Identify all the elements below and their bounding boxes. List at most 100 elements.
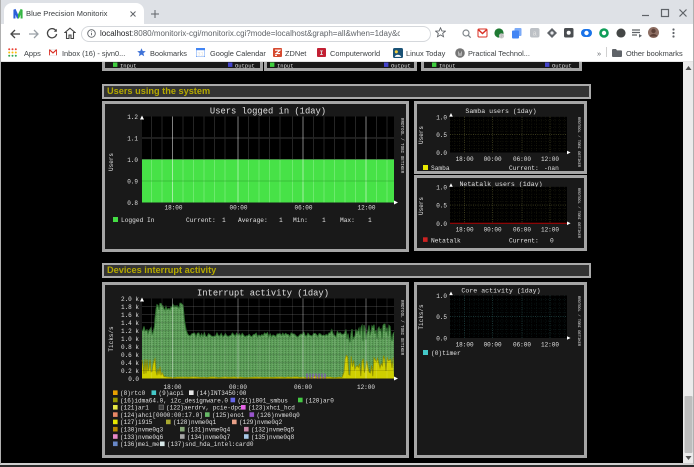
svg-text:(121)ar1: (121)ar1 <box>120 405 149 412</box>
svg-text:06:00: 06:00 <box>513 156 531 163</box>
svg-text:(136)mei_me: (136)mei_me <box>120 441 160 448</box>
svg-text:(126)nvme0q0: (126)nvme0q0 <box>257 412 301 419</box>
svg-text:0.0: 0.0 <box>128 376 139 383</box>
svg-text:Users: Users <box>418 197 425 215</box>
svg-text:1: 1 <box>322 217 326 224</box>
svg-text:-nan: -nan <box>544 165 559 171</box>
svg-text:1.0: 1.0 <box>436 114 447 121</box>
svg-text:Current:: Current: <box>509 165 539 171</box>
svg-text:Output: Output <box>391 63 411 70</box>
svg-text:(123)xhci_hcd: (123)xhci_hcd <box>248 405 295 412</box>
svg-text:1.0: 1.0 <box>436 293 447 300</box>
svg-text:1: 1 <box>368 217 372 224</box>
svg-text:06:00: 06:00 <box>513 342 531 349</box>
svg-text:Logged In: Logged In <box>121 217 155 224</box>
svg-text:(122)aerdrv, pcie-dpc: (122)aerdrv, pcie-dpc <box>166 405 242 412</box>
svg-text:18:00: 18:00 <box>456 156 474 163</box>
svg-text:Min:: Min: <box>293 217 308 224</box>
svg-text:Ticks/s: Ticks/s <box>418 304 425 330</box>
svg-text:Samba users (1day): Samba users (1day) <box>465 108 536 115</box>
svg-text:06:00: 06:00 <box>513 227 531 234</box>
svg-text:(135)nvme0q8: (135)nvme0q8 <box>251 434 295 441</box>
svg-text:(127)i915: (127)i915 <box>120 419 153 426</box>
svg-text:0.5: 0.5 <box>436 314 447 321</box>
svg-text:06:00: 06:00 <box>294 205 312 212</box>
svg-text:12:00: 12:00 <box>541 342 559 349</box>
svg-text:(129)nvme0q2: (129)nvme0q2 <box>239 419 283 426</box>
svg-text:(131)nvme0q4: (131)nvme0q4 <box>187 427 231 434</box>
svg-text:Netatalk: Netatalk <box>431 238 461 245</box>
svg-text:00:00: 00:00 <box>484 342 502 349</box>
svg-text:0.5: 0.5 <box>436 132 447 139</box>
svg-text:Input: Input <box>439 63 456 70</box>
svg-text:0.0: 0.0 <box>436 336 447 343</box>
svg-text:31: 31 <box>197 51 204 57</box>
svg-text:06:00: 06:00 <box>294 384 312 391</box>
svg-text:(132)nvme0q5: (132)nvme0q5 <box>251 427 295 434</box>
svg-text:1.8 k: 1.8 k <box>121 304 139 311</box>
svg-text:Samba: Samba <box>431 165 450 171</box>
svg-text:(125)eno1: (125)eno1 <box>212 412 245 419</box>
svg-text:Core activity (1day): Core activity (1day) <box>461 288 540 295</box>
svg-text:12: 12 <box>499 34 505 40</box>
svg-text:Users: Users <box>108 153 115 171</box>
svg-text:00:00: 00:00 <box>484 227 502 234</box>
svg-text:12:00: 12:00 <box>357 384 375 391</box>
svg-text:RRDTOOL / TOBI OETIKER: RRDTOOL / TOBI OETIKER <box>576 296 581 347</box>
svg-text:RRDTOOL / TOBI OETIKER: RRDTOOL / TOBI OETIKER <box>399 300 404 356</box>
svg-text:0.8: 0.8 <box>127 200 138 207</box>
svg-text:Ticks/s: Ticks/s <box>108 326 115 352</box>
svg-text:(137)snd_hda_intel:card0: (137)snd_hda_intel:card0 <box>167 441 254 448</box>
svg-text:0: 0 <box>550 238 554 245</box>
svg-text:00:00: 00:00 <box>484 156 502 163</box>
svg-text:Current:: Current: <box>509 238 539 245</box>
svg-text:1.2: 1.2 <box>127 114 138 121</box>
svg-text:1.0 k: 1.0 k <box>121 336 139 343</box>
svg-text:(134)nvme0q7: (134)nvme0q7 <box>187 434 231 441</box>
svg-text:1: 1 <box>279 217 283 224</box>
svg-text:1.1: 1.1 <box>127 136 138 143</box>
svg-text:18:00: 18:00 <box>456 227 474 234</box>
svg-text:1.6 k: 1.6 k <box>121 312 139 319</box>
svg-text:a: a <box>533 31 537 39</box>
svg-text:(0)timer: (0)timer <box>431 350 461 357</box>
svg-text:1: 1 <box>222 217 226 224</box>
svg-text:0.2 k: 0.2 k <box>121 368 139 375</box>
svg-text:0.9: 0.9 <box>127 179 138 186</box>
svg-text:(9)acpi: (9)acpi <box>159 390 185 397</box>
svg-text:(8)rtc0: (8)rtc0 <box>120 390 146 397</box>
svg-text:(124)ahci[0000:00:17.0]: (124)ahci[0000:00:17.0] <box>120 412 203 419</box>
svg-text:Users: Users <box>418 126 425 144</box>
svg-text:0.4 k: 0.4 k <box>121 360 139 367</box>
svg-text:18:00: 18:00 <box>456 342 474 349</box>
svg-text:1.4 k: 1.4 k <box>121 320 139 327</box>
svg-text:0.0: 0.0 <box>436 150 447 157</box>
svg-text:(14)INT3450:00: (14)INT3450:00 <box>196 390 247 397</box>
svg-text:12:00: 12:00 <box>357 205 375 212</box>
svg-text:Output: Output <box>235 63 255 70</box>
svg-text:Interrupt activity (1day): Interrupt activity (1day) <box>197 289 329 299</box>
svg-text:12:00: 12:00 <box>541 227 559 234</box>
svg-text:0.8 k: 0.8 k <box>121 344 139 351</box>
svg-text:(16)idma64.0, i2c_designware.0: (16)idma64.0, i2c_designware.0 <box>120 397 228 404</box>
svg-text:2.0 k: 2.0 k <box>121 296 139 303</box>
svg-text:Input: Input <box>277 63 294 70</box>
svg-text:I: I <box>320 50 324 57</box>
svg-text:RRDTOOL / TOBI OETIKER: RRDTOOL / TOBI OETIKER <box>399 118 404 174</box>
svg-text:Output: Output <box>552 63 572 70</box>
svg-text:1.2 k: 1.2 k <box>121 328 139 335</box>
svg-text:(130)nvme0q3: (130)nvme0q3 <box>120 427 164 434</box>
svg-text:Average:: Average: <box>238 217 268 224</box>
svg-text:Users logged in (1day): Users logged in (1day) <box>210 107 326 117</box>
svg-text:00:00: 00:00 <box>229 205 247 212</box>
svg-text:(120)ar0: (120)ar0 <box>305 397 334 404</box>
svg-text:1.0: 1.0 <box>436 184 447 191</box>
svg-text:12:00: 12:00 <box>541 156 559 163</box>
svg-text:0.6 k: 0.6 k <box>121 352 139 359</box>
svg-text:0.5: 0.5 <box>436 203 447 210</box>
svg-text:(21)i801_smbus: (21)i801_smbus <box>238 397 289 404</box>
svg-text:1.0: 1.0 <box>127 157 138 164</box>
svg-text:W: W <box>458 50 462 58</box>
svg-text:RRDTOOL / TOBI OETIKER: RRDTOOL / TOBI OETIKER <box>576 117 581 168</box>
svg-text:Max:: Max: <box>340 217 355 224</box>
